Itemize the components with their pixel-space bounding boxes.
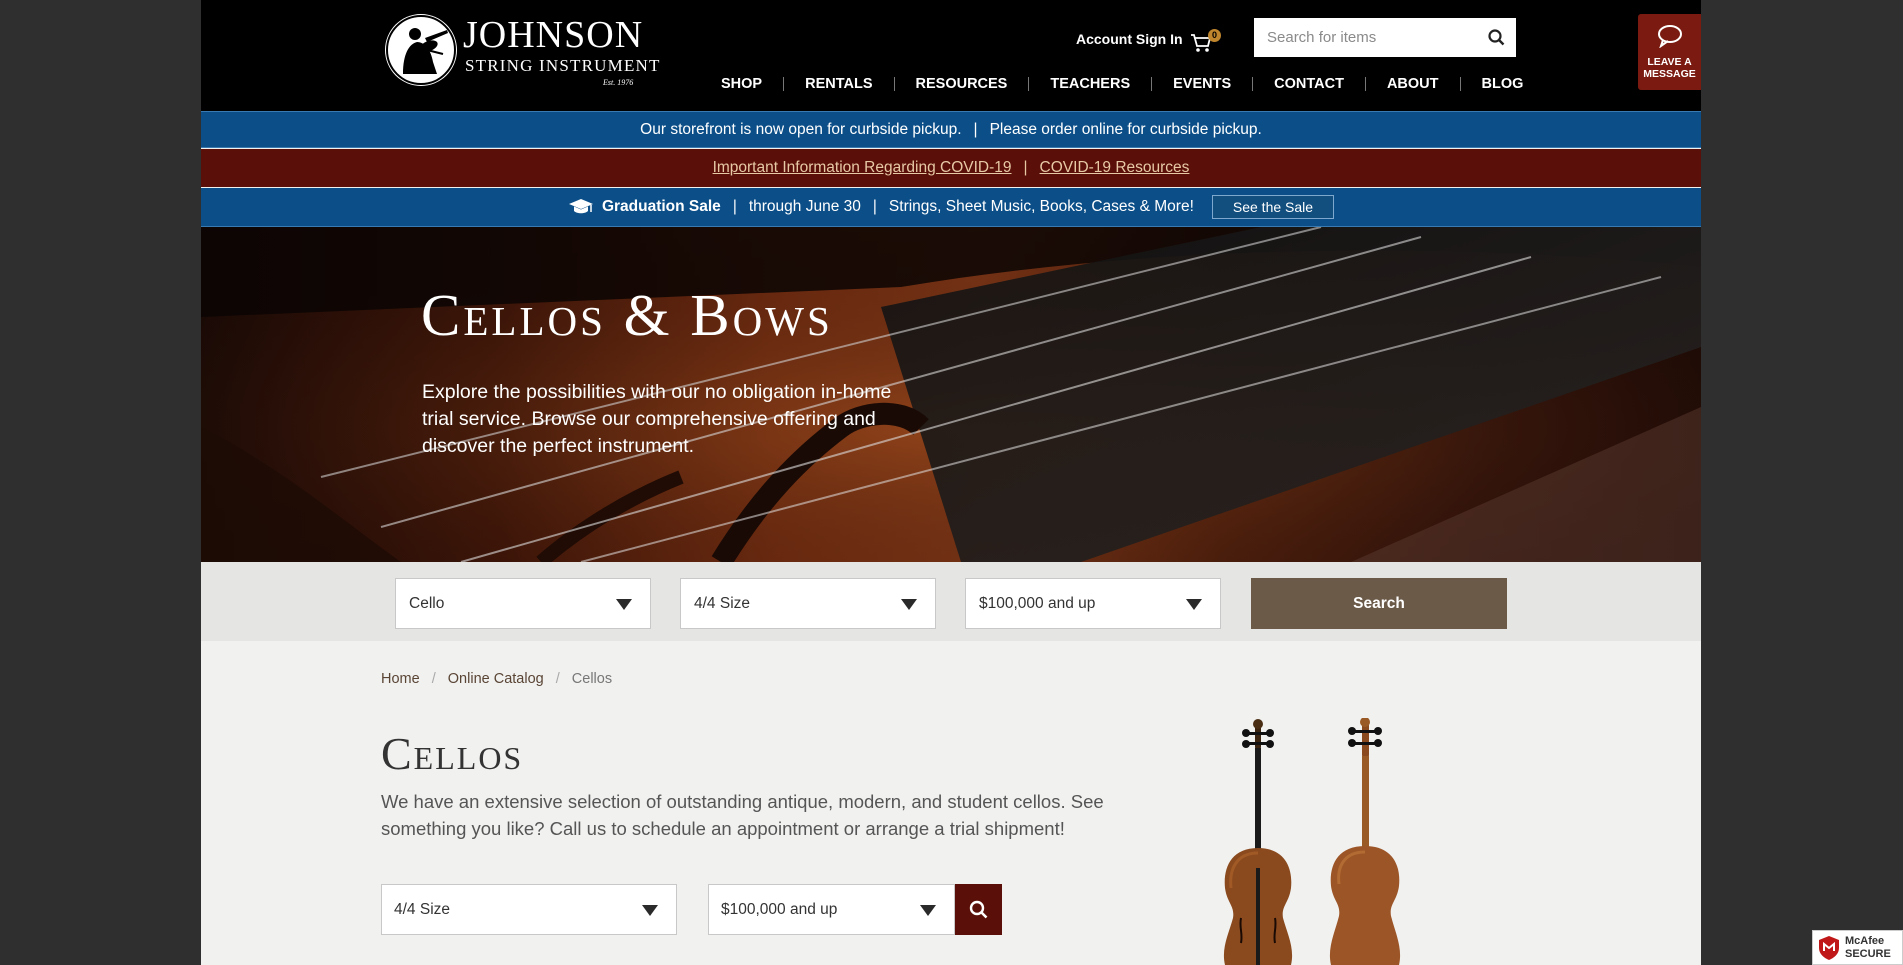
nav-about[interactable]: ABOUT: [1387, 76, 1439, 92]
nav-events[interactable]: EVENTS: [1173, 76, 1231, 92]
content-price-select[interactable]: $100,000 and up: [708, 884, 955, 935]
search-icon: [1488, 29, 1505, 46]
instrument-filter-bar: Cello 4/4 Size $100,000 and up Search: [201, 562, 1701, 641]
mcafee-label-2: SECURE: [1845, 948, 1891, 960]
violinist-logo-icon: [385, 14, 457, 86]
banner-separator: |: [1023, 159, 1028, 176]
nav-teachers[interactable]: TEACHERS: [1050, 76, 1130, 92]
chevron-down-icon: [1186, 599, 1202, 610]
page-description: We have an extensive selection of outsta…: [381, 791, 1104, 839]
chevron-down-icon: [616, 599, 632, 610]
hero-title: Cellos & Bows: [421, 282, 833, 348]
cello-front-image: [1223, 719, 1293, 965]
chevron-down-icon: [642, 905, 658, 916]
covid-resources-link[interactable]: COVID-19 Resources: [1040, 159, 1190, 177]
nav-contact[interactable]: CONTACT: [1274, 76, 1344, 92]
account-sign-in-link[interactable]: Account Sign In: [1076, 31, 1183, 47]
logo-established: Est. 1976: [603, 78, 634, 87]
cart-button[interactable]: 0: [1190, 29, 1226, 52]
nav-separator: [1459, 77, 1461, 91]
graduation-cap-icon: [568, 199, 593, 214]
covid-banner: Important Information Regarding COVID-19…: [201, 149, 1701, 187]
content-price-select-value: $100,000 and up: [721, 901, 838, 918]
instrument-select-value: Cello: [409, 595, 445, 612]
curbside-text-2: Please order online for curbside pickup.: [989, 120, 1262, 138]
logo-name: JOHNSON: [463, 14, 644, 56]
content-search-button[interactable]: [955, 884, 1002, 935]
covid-info-link[interactable]: Important Information Regarding COVID-19: [713, 159, 1012, 177]
page-title: Cellos: [381, 728, 524, 779]
page: JOHNSON STRING INSTRUMENT Est. 1976 Acco…: [201, 0, 1701, 965]
nav-rentals[interactable]: RENTALS: [805, 76, 872, 92]
banner-separator: |: [973, 120, 978, 138]
sale-banner: Graduation Sale | through June 30 | Stri…: [201, 188, 1701, 227]
logo-subtitle: STRING INSTRUMENT: [465, 56, 661, 75]
nav-separator: [1151, 77, 1153, 91]
sale-dates: through June 30: [748, 198, 861, 215]
cart-count-badge: 0: [1208, 29, 1221, 42]
cello-back-image: [1329, 717, 1401, 965]
hero-banner: Cellos & Bows Explore the possibilities …: [201, 227, 1701, 562]
site-header: JOHNSON STRING INSTRUMENT Est. 1976 Acco…: [201, 0, 1701, 111]
nav-separator: [1028, 77, 1030, 91]
breadcrumb-separator: /: [431, 671, 436, 687]
nav-separator: [893, 77, 895, 91]
instrument-select[interactable]: Cello: [395, 578, 651, 629]
main-nav: SHOP RENTALS RESOURCES TEACHERS EVENTS C…: [721, 74, 1523, 94]
breadcrumb: Home / Online Catalog / Cellos: [381, 671, 612, 687]
leave-message-button[interactable]: LEAVE A MESSAGE: [1638, 14, 1701, 90]
sale-items: Strings, Sheet Music, Books, Cases & Mor…: [888, 198, 1194, 215]
nav-blog[interactable]: BLOG: [1482, 76, 1524, 92]
mcafee-secure-badge[interactable]: McAfee SECURE: [1812, 930, 1903, 965]
banner-separator: |: [872, 198, 877, 215]
chat-bubble-icon: [1658, 25, 1682, 48]
see-the-sale-button[interactable]: See the Sale: [1211, 195, 1335, 219]
chevron-down-icon: [920, 905, 936, 916]
nav-resources[interactable]: RESOURCES: [916, 76, 1008, 92]
banner-separator: |: [732, 198, 737, 215]
content-size-select[interactable]: 4/4 Size: [381, 884, 677, 935]
leave-message-label: LEAVE A MESSAGE: [1643, 56, 1696, 80]
search-icon: [969, 900, 988, 919]
breadcrumb-separator: /: [555, 671, 560, 687]
hero-text: Explore the possibilities with our no ob…: [422, 381, 892, 457]
chevron-down-icon: [901, 599, 917, 610]
curbside-text-1: Our storefront is now open for curbside …: [640, 120, 962, 138]
nav-shop[interactable]: SHOP: [721, 76, 762, 92]
site-search: [1254, 18, 1516, 57]
nav-separator: [783, 77, 785, 91]
sale-title: Graduation Sale: [601, 198, 721, 215]
search-button[interactable]: [1486, 27, 1508, 49]
mcafee-label-1: McAfee: [1845, 935, 1885, 947]
logo[interactable]: JOHNSON STRING INSTRUMENT Est. 1976: [385, 14, 659, 90]
breadcrumb-online-catalog[interactable]: Online Catalog: [448, 671, 544, 687]
search-input[interactable]: [1254, 18, 1474, 57]
size-select-value: 4/4 Size: [694, 595, 751, 612]
curbside-banner: Our storefront is now open for curbside …: [201, 111, 1701, 148]
size-select[interactable]: 4/4 Size: [680, 578, 936, 629]
nav-separator: [1364, 77, 1366, 91]
breadcrumb-home[interactable]: Home: [381, 671, 420, 687]
content-size-select-value: 4/4 Size: [394, 901, 451, 918]
price-select[interactable]: $100,000 and up: [965, 578, 1221, 629]
price-select-value: $100,000 and up: [979, 595, 1096, 612]
cello-product-image: [1211, 717, 1461, 965]
nav-separator: [1252, 77, 1254, 91]
mcafee-shield-icon: [1819, 936, 1839, 960]
filter-search-button[interactable]: Search: [1251, 578, 1507, 629]
breadcrumb-current: Cellos: [571, 671, 613, 687]
